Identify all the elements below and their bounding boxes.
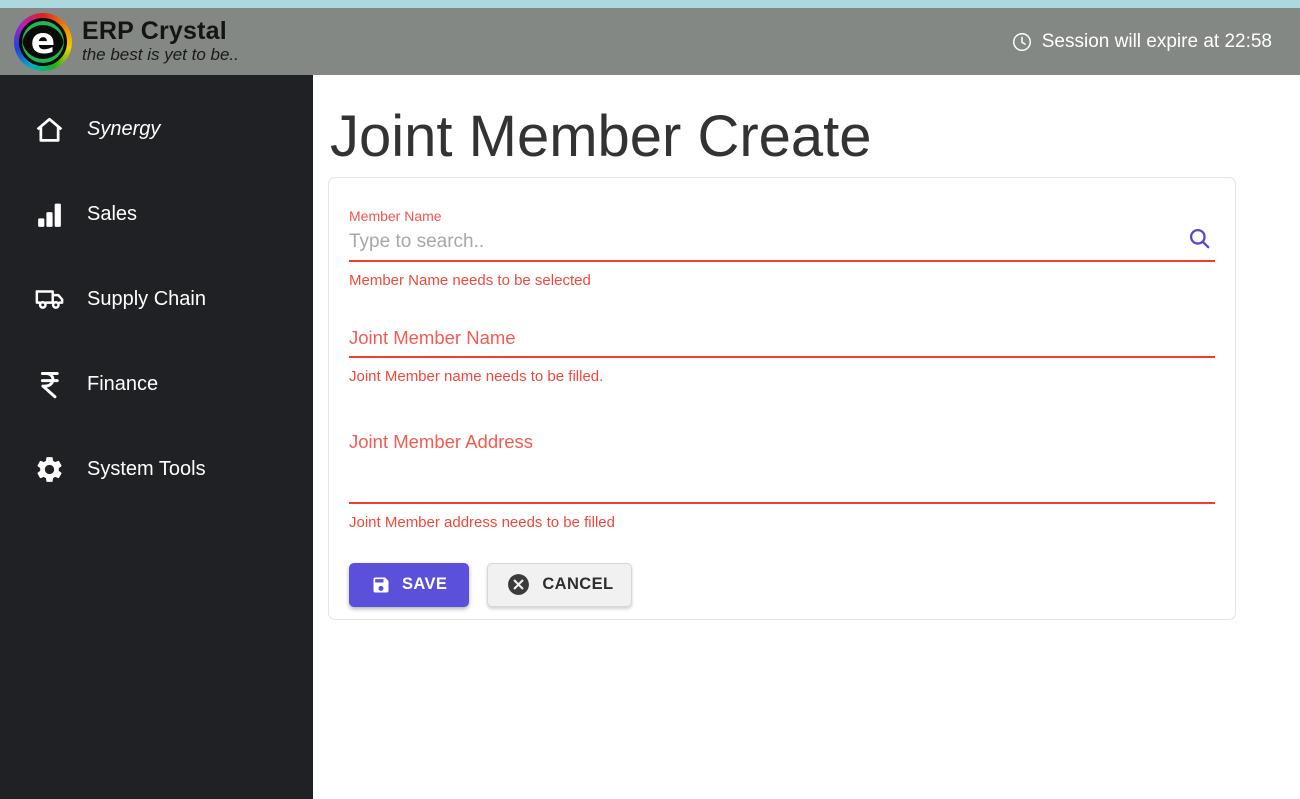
sidebar-item-supply-chain[interactable]: Supply Chain: [0, 275, 313, 323]
brand-title: ERP Crystal: [82, 16, 227, 45]
search-icon[interactable]: [1187, 226, 1213, 257]
brand-tagline: the best is yet to be..: [82, 45, 239, 65]
joint-member-form-card: Member Name Member Name needs to be sele…: [328, 176, 1236, 620]
main-content: Joint Member Create Member Name Membe: [313, 75, 1300, 799]
save-button[interactable]: SAVE: [349, 562, 470, 607]
sidebar-item-label: Sales: [87, 202, 138, 225]
joint-member-address-input[interactable]: Joint Member Address: [349, 431, 1215, 504]
top-strip: [0, 0, 1300, 8]
sidebar-item-sales[interactable]: Sales: [0, 190, 313, 238]
joint-member-name-label: Joint Member Name: [349, 326, 516, 348]
sidebar-item-label: Finance: [87, 372, 159, 395]
app-window: e ERP Crystal the best is yet to be.. Se…: [0, 0, 1300, 799]
rupee-icon: [34, 369, 65, 400]
page-title: Joint Member Create: [330, 104, 872, 169]
joint-member-name-input[interactable]: Joint Member Name: [349, 327, 1215, 358]
save-button-label: SAVE: [402, 575, 448, 594]
home-icon: [34, 114, 65, 145]
cancel-button[interactable]: CANCEL: [487, 562, 633, 607]
cancel-icon: [506, 572, 531, 597]
session-expiry: Session will expire at 22:58: [1011, 31, 1272, 53]
member-name-search-input[interactable]: [349, 227, 1215, 260]
brand-logo-letter: e: [19, 17, 67, 66]
sidebar-item-label: System Tools: [87, 457, 206, 480]
sidebar-item-synergy[interactable]: Synergy: [0, 105, 313, 153]
bar-chart-icon: [34, 199, 65, 230]
member-name-error: Member Name needs to be selected: [349, 271, 591, 289]
sidebar-item-label: Synergy: [87, 117, 161, 140]
brand-block: ERP Crystal the best is yet to be..: [82, 16, 239, 65]
sidebar: Synergy Sales Supply Chain Finance Syste…: [0, 75, 313, 799]
save-icon: [371, 575, 391, 595]
gear-icon: [34, 454, 65, 485]
clock-icon: [1011, 31, 1033, 53]
joint-member-address-label: Joint Member Address: [349, 430, 534, 452]
brand-logo: e: [14, 12, 72, 71]
sidebar-item-label: Supply Chain: [87, 287, 206, 310]
member-name-field: Member Name Member Name needs to be sele…: [349, 208, 1215, 289]
session-expiry-text: Session will expire at 22:58: [1041, 30, 1272, 52]
cancel-button-label: CANCEL: [542, 575, 614, 594]
joint-member-name-error: Joint Member name needs to be filled.: [349, 367, 604, 385]
joint-member-address-error: Joint Member address needs to be filled: [349, 513, 615, 531]
member-name-label: Member Name: [349, 207, 442, 224]
truck-icon: [34, 284, 65, 315]
form-actions: SAVE CANCEL: [349, 562, 1215, 607]
sidebar-item-finance[interactable]: Finance: [0, 360, 313, 408]
app-header: e ERP Crystal the best is yet to be.. Se…: [0, 8, 1300, 75]
sidebar-item-system-tools[interactable]: System Tools: [0, 445, 313, 493]
